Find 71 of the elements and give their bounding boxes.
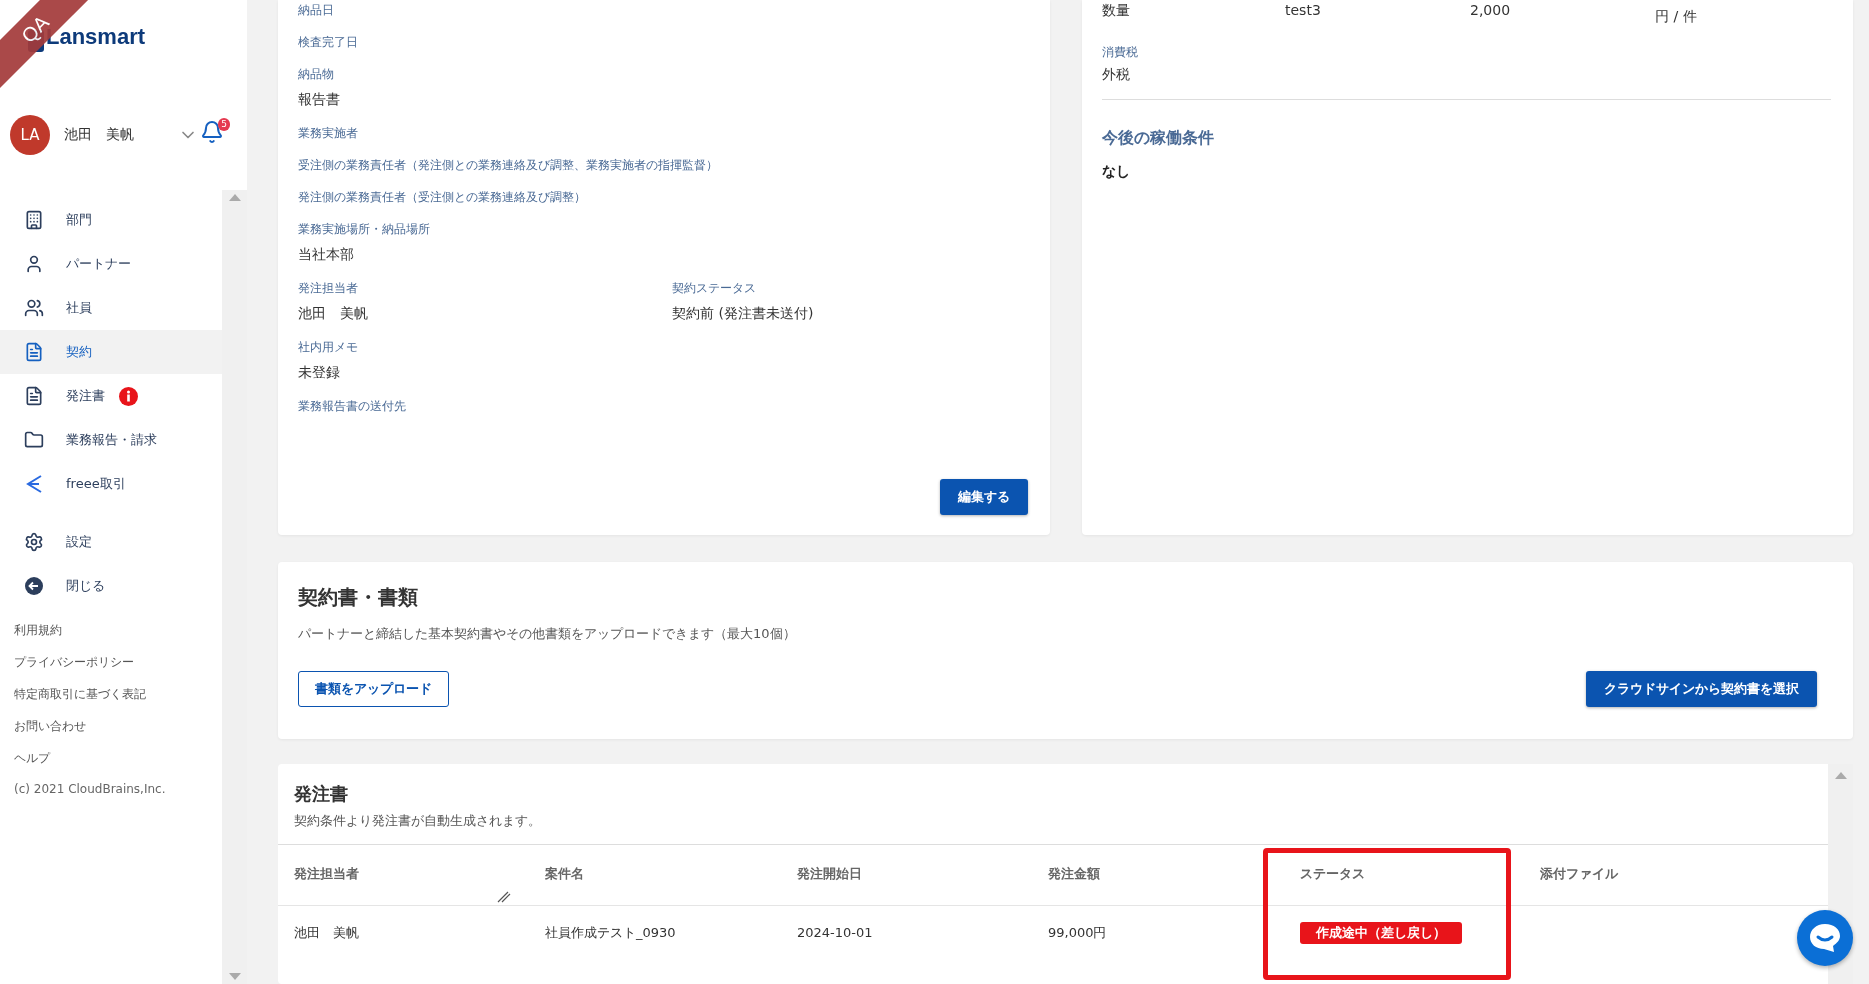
field-label: 業務実施場所・納品場所 [298, 221, 431, 238]
nav-item[interactable]: パートナー [0, 242, 222, 286]
field-label: 納品日 [298, 2, 335, 19]
field-value: 当社本部 [298, 245, 355, 264]
field-label: 業務報告書の送付先 [298, 398, 407, 415]
footer-link[interactable]: 利用規約 [0, 614, 222, 646]
field-label: 契約ステータス [672, 280, 757, 297]
settings-icon [24, 532, 44, 552]
upload-button[interactable]: 書類をアップロード [298, 671, 449, 707]
footer-link[interactable]: ヘルプ [0, 742, 222, 774]
table-cell: 社員作成テスト_0930 [545, 923, 676, 942]
field-label: 業務実施者 [298, 125, 359, 142]
document-icon [24, 342, 44, 362]
field-value: 未登録 [298, 363, 341, 382]
nav-item[interactable]: 設定 [0, 520, 222, 564]
nav-item[interactable]: 発注書 [0, 374, 222, 418]
field-value: 外税 [1102, 65, 1131, 84]
section-description: 契約条件より発注書が自動生成されます。 [294, 812, 542, 830]
field-label: 受注側の業務責任者（発注側との業務連絡及び調整、業務実施者の指揮監督） [298, 157, 719, 174]
resize-handle-icon[interactable] [497, 891, 511, 903]
column-header: 案件名 [529, 845, 781, 906]
nav-item[interactable]: 社員 [0, 286, 222, 330]
nav-item[interactable]: freee取引 [0, 462, 222, 506]
field-label: 消費税 [1102, 44, 1139, 61]
nav-item[interactable]: 閉じる [0, 564, 222, 608]
section-description: パートナーと締結した基本契約書やその他書類をアップロードできます（最大10個） [298, 625, 797, 643]
copyright: (c) 2021 CloudBrains,Inc. [13, 781, 167, 798]
field-label: 検査完了日 [298, 34, 359, 51]
building-icon [24, 210, 44, 230]
table-cell: 2024-10-01 [797, 925, 873, 940]
chat-icon [1808, 922, 1842, 954]
field-label: 社内用メモ [298, 339, 359, 356]
nav-item[interactable]: 契約 [0, 330, 222, 374]
section-title: 発注書 [294, 782, 349, 806]
table-cell-text: 円 / 件 [1655, 7, 1698, 26]
status-badge: 作成途中（差し戻し） [1300, 921, 1462, 944]
nav-item[interactable]: 業務報告・請求 [0, 418, 222, 462]
column-header: ステータス [1284, 845, 1524, 906]
column-header: 発注開始日 [781, 845, 1032, 906]
column-header: 発注金額 [1032, 845, 1284, 906]
table-cell: 池田 美帆 [294, 923, 359, 942]
bell-icon[interactable] [200, 120, 224, 144]
footer-link[interactable]: プライバシーポリシー [0, 646, 222, 678]
field-label: 発注担当者 [298, 280, 359, 297]
person-icon [24, 254, 44, 274]
field-value: 契約前 (発注書未送付) [672, 304, 815, 323]
field-value: なし [1102, 163, 1131, 181]
document-icon [24, 386, 44, 406]
footer-link[interactable]: 特定商取引に基づく表記 [0, 678, 222, 710]
user-name: 池田 美帆 [64, 126, 135, 144]
footer-link[interactable]: お問い合わせ [0, 710, 222, 742]
edit-button[interactable]: 編集する [940, 479, 1028, 515]
field-label: 発注側の業務責任者（受注側との業務連絡及び調整） [298, 189, 587, 206]
table-cell-text: test3 [1285, 2, 1322, 20]
folder-icon [24, 430, 44, 450]
field-value: 池田 美帆 [298, 304, 369, 323]
section-title: 契約書・書類 [298, 584, 419, 611]
people-icon [24, 298, 44, 318]
scrollbar[interactable] [222, 190, 247, 984]
field-label: 納品物 [298, 66, 335, 83]
user-avatar[interactable]: LA [10, 115, 50, 155]
column-header: 発注担当者 [278, 845, 529, 906]
table-cell: 99,000円 [1048, 923, 1107, 942]
notification-badge: 5 [218, 118, 230, 131]
cloudsign-button[interactable]: クラウドサインから契約書を選択 [1586, 671, 1817, 707]
arrow-icon [24, 474, 44, 494]
table-cell-text: 2,000 [1470, 2, 1512, 20]
nav-item[interactable]: 部門 [0, 198, 222, 242]
table-cell-text: 数量 [1102, 2, 1131, 20]
field-value: 報告書 [298, 90, 341, 109]
section-heading: 今後の稼働条件 [1102, 128, 1215, 149]
